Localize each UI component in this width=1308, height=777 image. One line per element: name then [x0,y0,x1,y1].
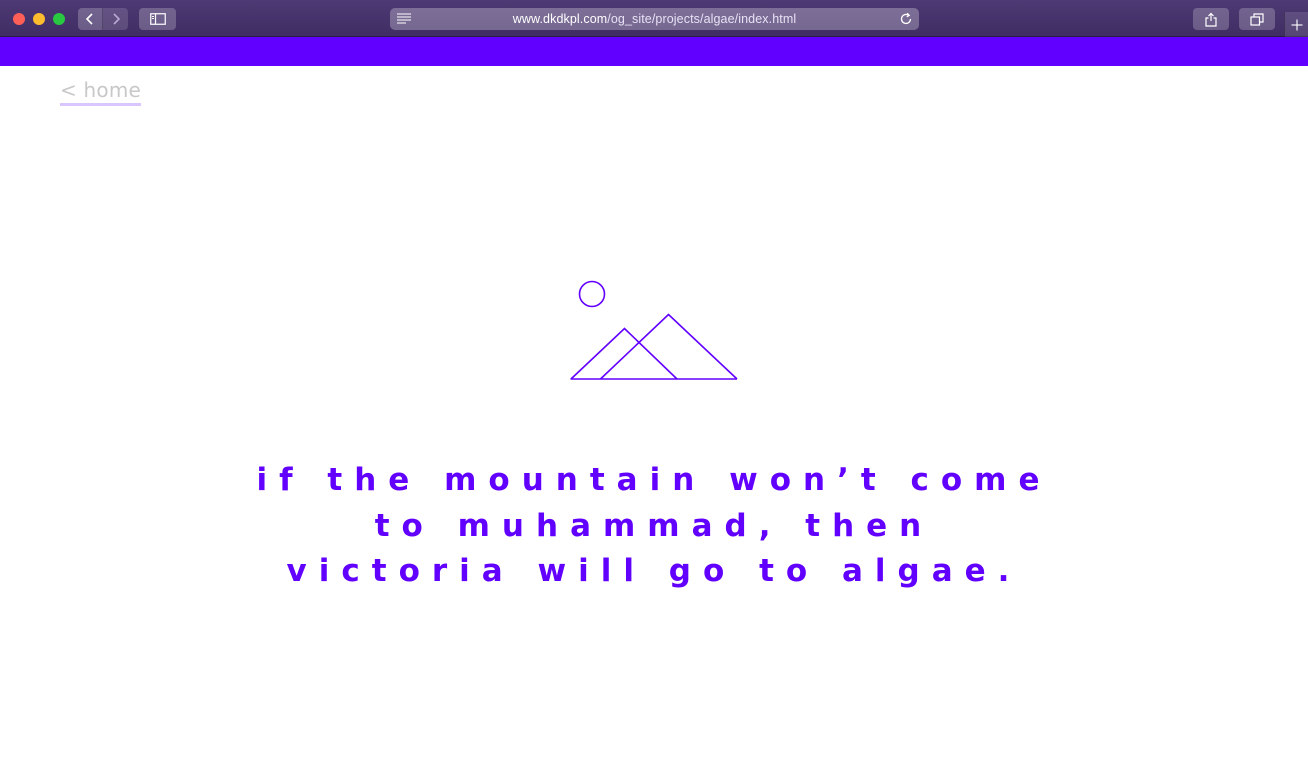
back-button[interactable] [78,8,103,30]
url-host: www.dkdkpl.com [512,12,608,26]
plus-icon [1291,19,1302,30]
quote-text: if the mountain won’t come to muhammad, … [256,462,1052,589]
tabs-overview-button[interactable] [1239,8,1275,30]
zoom-window-button[interactable] [53,13,65,25]
navigation-buttons [78,8,129,30]
reload-icon[interactable] [899,12,913,26]
share-icon [1205,12,1217,27]
url-text: www.dkdkpl.com/og_site/projects/algae/in… [513,12,796,26]
sidebar-button[interactable] [139,8,176,30]
address-bar[interactable]: www.dkdkpl.com/og_site/projects/algae/in… [390,8,919,30]
forward-button[interactable] [103,8,128,30]
tabs-overview-icon [1250,12,1264,26]
url-path: /og_site/projects/algae/index.html [607,12,797,26]
chevron-left-icon [85,13,93,25]
share-button[interactable] [1193,8,1229,30]
mountains-and-sun-icon [570,280,738,380]
reader-lines-icon[interactable] [397,13,411,24]
sidebar-icon [149,13,166,25]
home-link[interactable]: < home [60,78,142,106]
browser-window: www.dkdkpl.com/og_site/projects/algae/in… [0,0,1308,777]
new-tab-button[interactable] [1284,12,1308,37]
header-bar [0,37,1308,66]
chevron-right-icon [112,13,120,25]
close-window-button[interactable] [13,13,25,25]
browser-toolbar: www.dkdkpl.com/og_site/projects/algae/in… [0,0,1308,37]
minimize-window-button[interactable] [33,13,45,25]
